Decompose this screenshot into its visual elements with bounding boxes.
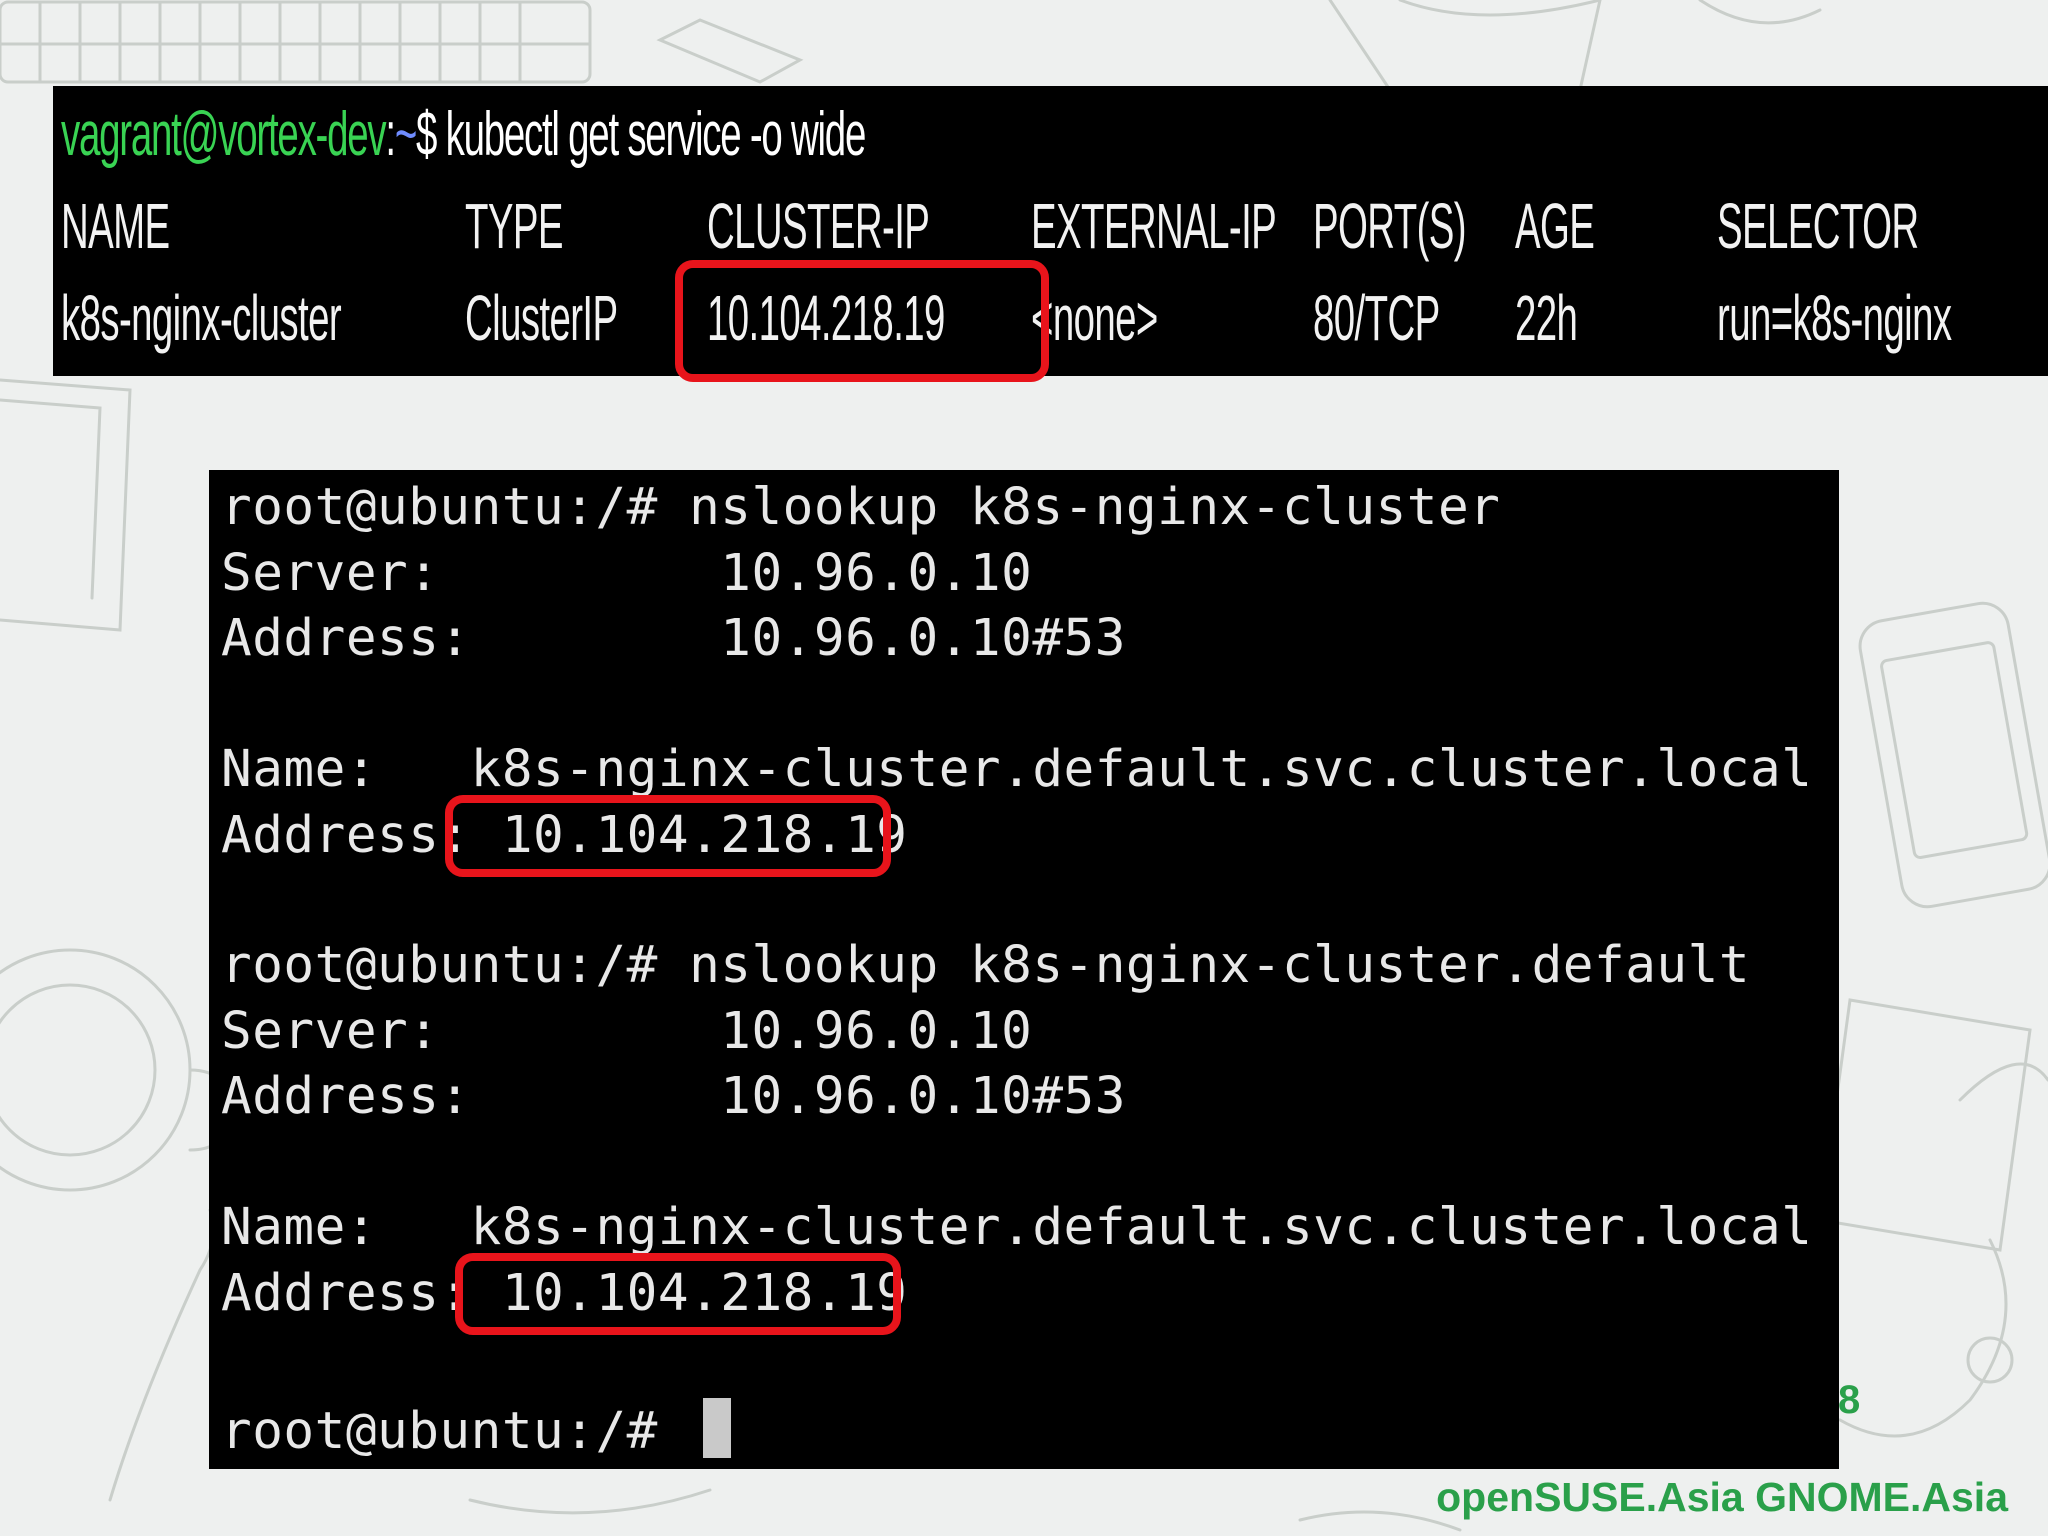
terminal-line-command-2: root@ubuntu:/# nslookup k8s-nginx-cluste… bbox=[221, 936, 1751, 995]
column-header-age: AGE bbox=[1515, 190, 1595, 262]
nslookup-terminal: root@ubuntu:/# nslookup k8s-nginx-cluste… bbox=[209, 470, 1839, 1469]
terminal-cursor bbox=[703, 1398, 732, 1458]
terminal-line-name-2: Name: k8s-nginx-cluster.default.svc.clus… bbox=[221, 1198, 1813, 1257]
age-cell: 22h bbox=[1515, 282, 1578, 354]
prompt-user: vagrant@vortex-dev bbox=[61, 100, 387, 169]
column-header-external-ip: EXTERNAL-IP bbox=[1031, 190, 1277, 262]
terminal-line-server-1: Server: 10.96.0.10 bbox=[221, 544, 1033, 603]
external-ip-cell: <none> bbox=[1031, 282, 1158, 354]
terminal-prompt-line[interactable]: root@ubuntu:/# bbox=[221, 1398, 732, 1461]
cluster-ip-highlight-box bbox=[675, 260, 1049, 382]
column-header-selector: SELECTOR bbox=[1717, 190, 1919, 262]
kubectl-command-line: vagrant@vortex-dev:~$ kubectl get servic… bbox=[61, 104, 866, 166]
selector-cell: run=k8s-nginx bbox=[1717, 282, 1952, 354]
column-header-type: TYPE bbox=[465, 190, 563, 262]
service-name-cell: k8s-nginx-cluster bbox=[61, 282, 342, 354]
terminal-prompt: root@ubuntu:/# bbox=[221, 1402, 690, 1461]
column-header-name: NAME bbox=[61, 190, 170, 262]
terminal-line-address-2: Address: 10.96.0.10#53 bbox=[221, 1067, 1126, 1126]
column-header-cluster-ip: CLUSTER-IP bbox=[707, 190, 930, 262]
terminal-line-server-2: Server: 10.96.0.10 bbox=[221, 1002, 1033, 1061]
kubectl-command: kubectl get service -o wide bbox=[436, 100, 867, 169]
service-type-cell: ClusterIP bbox=[465, 282, 618, 354]
ports-cell: 80/TCP bbox=[1313, 282, 1440, 354]
terminal-line-address-1: Address: 10.96.0.10#53 bbox=[221, 609, 1126, 668]
kubectl-terminal: vagrant@vortex-dev:~$ kubectl get servic… bbox=[53, 86, 2048, 382]
address-highlight-box-1 bbox=[445, 795, 891, 877]
page-number: 8 bbox=[1838, 1378, 1861, 1422]
address-highlight-box-2 bbox=[455, 1253, 901, 1335]
column-header-ports: PORT(S) bbox=[1313, 190, 1467, 262]
prompt-separator: : bbox=[385, 100, 396, 169]
terminal-line-command-1: root@ubuntu:/# nslookup k8s-nginx-cluste… bbox=[221, 478, 1501, 537]
footer-brand: openSUSE.Asia GNOME.Asia bbox=[1436, 1474, 2008, 1520]
prompt-path: ~ bbox=[394, 100, 417, 169]
prompt-symbol: $ bbox=[416, 100, 437, 169]
terminal-line-name-1: Name: k8s-nginx-cluster.default.svc.clus… bbox=[221, 740, 1813, 799]
